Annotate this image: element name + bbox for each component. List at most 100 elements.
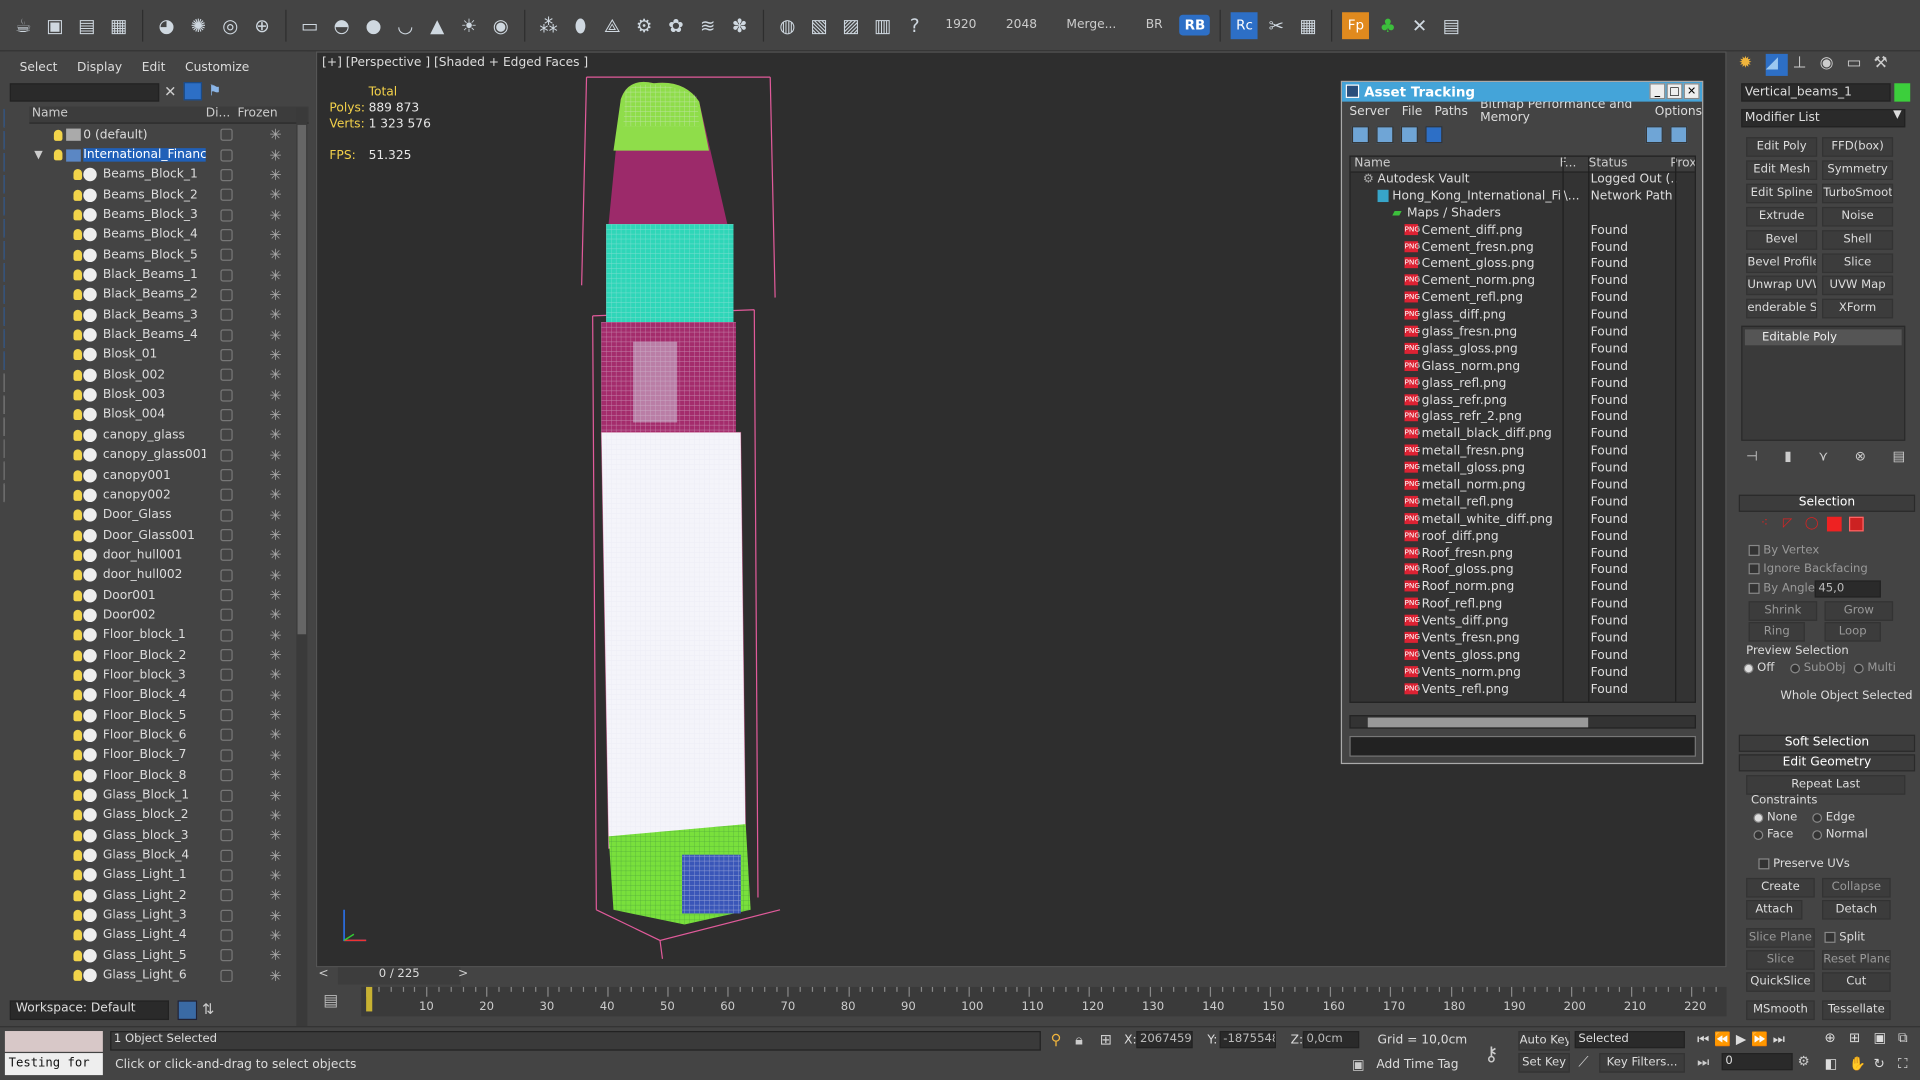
render-icon[interactable]: ▦ xyxy=(105,12,132,39)
scene-item[interactable]: Glass_Light_3 ✳ xyxy=(29,905,296,925)
asset-row[interactable]: PNG glass_refl.png Found xyxy=(1351,376,1695,394)
asset-row[interactable]: PNG Vents_refl.png Found xyxy=(1351,682,1695,700)
visibility-icon[interactable] xyxy=(73,749,83,761)
scene-item[interactable]: Floor_block_3 ✳ xyxy=(29,665,296,685)
freeze-icon[interactable]: ✳ xyxy=(269,927,281,944)
find-icon[interactable]: ⚑ xyxy=(208,82,221,99)
freeze-icon[interactable]: ✳ xyxy=(269,567,281,584)
visibility-icon[interactable] xyxy=(73,209,83,221)
filter-icon[interactable] xyxy=(183,82,203,101)
visibility-icon[interactable] xyxy=(73,249,83,261)
visibility-icon[interactable] xyxy=(73,669,83,681)
visibility-icon[interactable] xyxy=(73,929,83,941)
add-time-tag-button[interactable]: Add Time Tag xyxy=(1376,1058,1458,1071)
visibility-icon[interactable] xyxy=(73,369,83,381)
display-toggle-icon[interactable] xyxy=(220,669,233,682)
lock-icon[interactable]: 🔒︎ xyxy=(1075,1031,1083,1049)
scene-item[interactable]: Floor_Block_5 ✳ xyxy=(29,705,296,725)
scene-item[interactable]: Door_Glass ✳ xyxy=(29,505,296,525)
quickslice-button[interactable]: QuickSlice xyxy=(1746,972,1815,992)
freeze-icon[interactable]: ✳ xyxy=(269,467,281,484)
clear-search-icon[interactable]: ✕ xyxy=(164,83,176,100)
scene-item[interactable]: Door_Glass001 ✳ xyxy=(29,525,296,545)
freeze-icon[interactable]: ✳ xyxy=(269,166,281,183)
display-toggle-icon[interactable] xyxy=(220,729,233,742)
asset-row[interactable]: PNG metall_fresn.png Found xyxy=(1351,444,1695,462)
display-toggle-icon[interactable] xyxy=(220,589,233,602)
modifier-button[interactable]: XForm xyxy=(1822,299,1894,319)
list-view-icon[interactable] xyxy=(1376,126,1394,144)
frame-counter[interactable]: 0 / 225 xyxy=(337,967,461,985)
utilities-tab-icon[interactable]: ⚒ xyxy=(1873,54,1895,76)
asset-scroll-thumb[interactable] xyxy=(1367,717,1589,728)
visibility-icon[interactable] xyxy=(73,869,83,881)
scene-item[interactable]: Glass_Light_1 ✳ xyxy=(29,865,296,885)
freeze-icon[interactable]: ✳ xyxy=(269,346,281,363)
remove-modifier-icon[interactable]: ⊗ xyxy=(1855,448,1866,468)
visibility-icon[interactable] xyxy=(73,949,83,961)
scene-item[interactable]: Glass_Light_2 ✳ xyxy=(29,885,296,905)
modifier-list-dropdown[interactable]: Modifier List xyxy=(1741,108,1906,128)
zoom-extents-all-icon[interactable]: ⧉ xyxy=(1898,1030,1920,1053)
freeze-icon[interactable]: ✳ xyxy=(269,867,281,884)
cone-icon[interactable]: ▲ xyxy=(424,12,451,39)
freeze-icon[interactable]: ✳ xyxy=(269,887,281,904)
element-icon[interactable] xyxy=(1848,516,1864,532)
repeat-last-button[interactable]: Repeat Last xyxy=(1746,775,1906,795)
by-angle-checkbox[interactable]: By Angle: xyxy=(1748,582,1819,595)
constraint-face-radio[interactable]: Face xyxy=(1753,828,1793,841)
refresh-icon[interactable] xyxy=(1351,126,1369,144)
display-toggle-icon[interactable] xyxy=(220,749,233,762)
visibility-icon[interactable] xyxy=(73,629,83,641)
configure-modifier-sets-icon[interactable]: ▤ xyxy=(1893,448,1906,468)
maxscript-mini-listener[interactable]: Testing for xyxy=(4,1053,103,1076)
freeze-icon[interactable]: ✳ xyxy=(269,547,281,564)
go-to-start-icon[interactable]: ⏮ xyxy=(1697,1031,1709,1048)
preview-multi-radio[interactable]: Multi xyxy=(1853,661,1896,675)
asset-row[interactable]: PNG glass_fresn.png Found xyxy=(1351,325,1695,343)
visibility-icon[interactable] xyxy=(73,969,83,981)
globe-icon[interactable]: ◍ xyxy=(774,12,801,39)
scene-item[interactable]: Floor_block_1 ✳ xyxy=(29,625,296,645)
asset-row[interactable]: PNG Roof_norm.png Found xyxy=(1351,580,1695,598)
display-toggle-icon[interactable] xyxy=(220,889,233,902)
menu-file[interactable]: File xyxy=(1402,105,1422,118)
freeze-icon[interactable]: ✳ xyxy=(269,907,281,924)
show-end-result-icon[interactable]: ▮ xyxy=(1784,448,1791,468)
slice-button[interactable]: Slice xyxy=(1746,950,1815,970)
by-vertex-checkbox[interactable]: By Vertex xyxy=(1748,544,1819,557)
freeze-icon[interactable]: ✳ xyxy=(269,366,281,383)
display-toggle-icon[interactable] xyxy=(220,489,233,502)
x-coordinate-field[interactable]: 2067459,7 xyxy=(1136,1031,1193,1049)
visibility-icon[interactable] xyxy=(73,509,83,521)
bowl-icon[interactable]: ◡ xyxy=(392,12,419,39)
pill-icon[interactable]: ⬮ xyxy=(567,12,594,39)
asset-row[interactable]: PNG Glass_norm.png Found xyxy=(1351,359,1695,377)
tessellate-button[interactable]: Tessellate xyxy=(1822,1000,1891,1021)
highlight-icon[interactable] xyxy=(1670,126,1688,144)
freeze-icon[interactable]: ✳ xyxy=(269,947,281,964)
transform-mode-icon[interactable]: ⊞ xyxy=(1100,1031,1112,1048)
display-toggle-icon[interactable] xyxy=(220,248,233,262)
scene-search-input[interactable] xyxy=(9,83,160,102)
teapot-icon[interactable]: ☕ xyxy=(10,12,37,39)
menu-options[interactable]: Options xyxy=(1655,105,1702,118)
sphere-icon[interactable]: ● xyxy=(360,12,387,39)
menu-edit[interactable]: Edit xyxy=(142,61,185,74)
display-toggle-icon[interactable] xyxy=(220,969,233,982)
visibility-icon[interactable] xyxy=(73,309,83,321)
visibility-icon[interactable] xyxy=(73,709,83,721)
visibility-icon[interactable] xyxy=(73,329,83,341)
display-toggle-icon[interactable] xyxy=(220,348,233,362)
modifier-button[interactable]: Noise xyxy=(1822,206,1894,227)
scene-item[interactable]: Beams_Block_5 ✳ xyxy=(29,245,296,265)
freeze-icon[interactable]: ✳ xyxy=(269,827,281,844)
scene-item[interactable]: Black_Beams_3 ✳ xyxy=(29,305,296,325)
display-toggle-icon[interactable] xyxy=(220,789,233,802)
display-toggle-icon[interactable] xyxy=(220,689,233,702)
visibility-icon[interactable] xyxy=(73,809,83,821)
freeze-icon[interactable]: ✳ xyxy=(269,427,281,444)
visibility-icon[interactable] xyxy=(73,429,83,441)
preserve-uvs-checkbox[interactable]: Preserve UVs xyxy=(1758,857,1850,871)
freeze-icon[interactable]: ✳ xyxy=(269,407,281,424)
